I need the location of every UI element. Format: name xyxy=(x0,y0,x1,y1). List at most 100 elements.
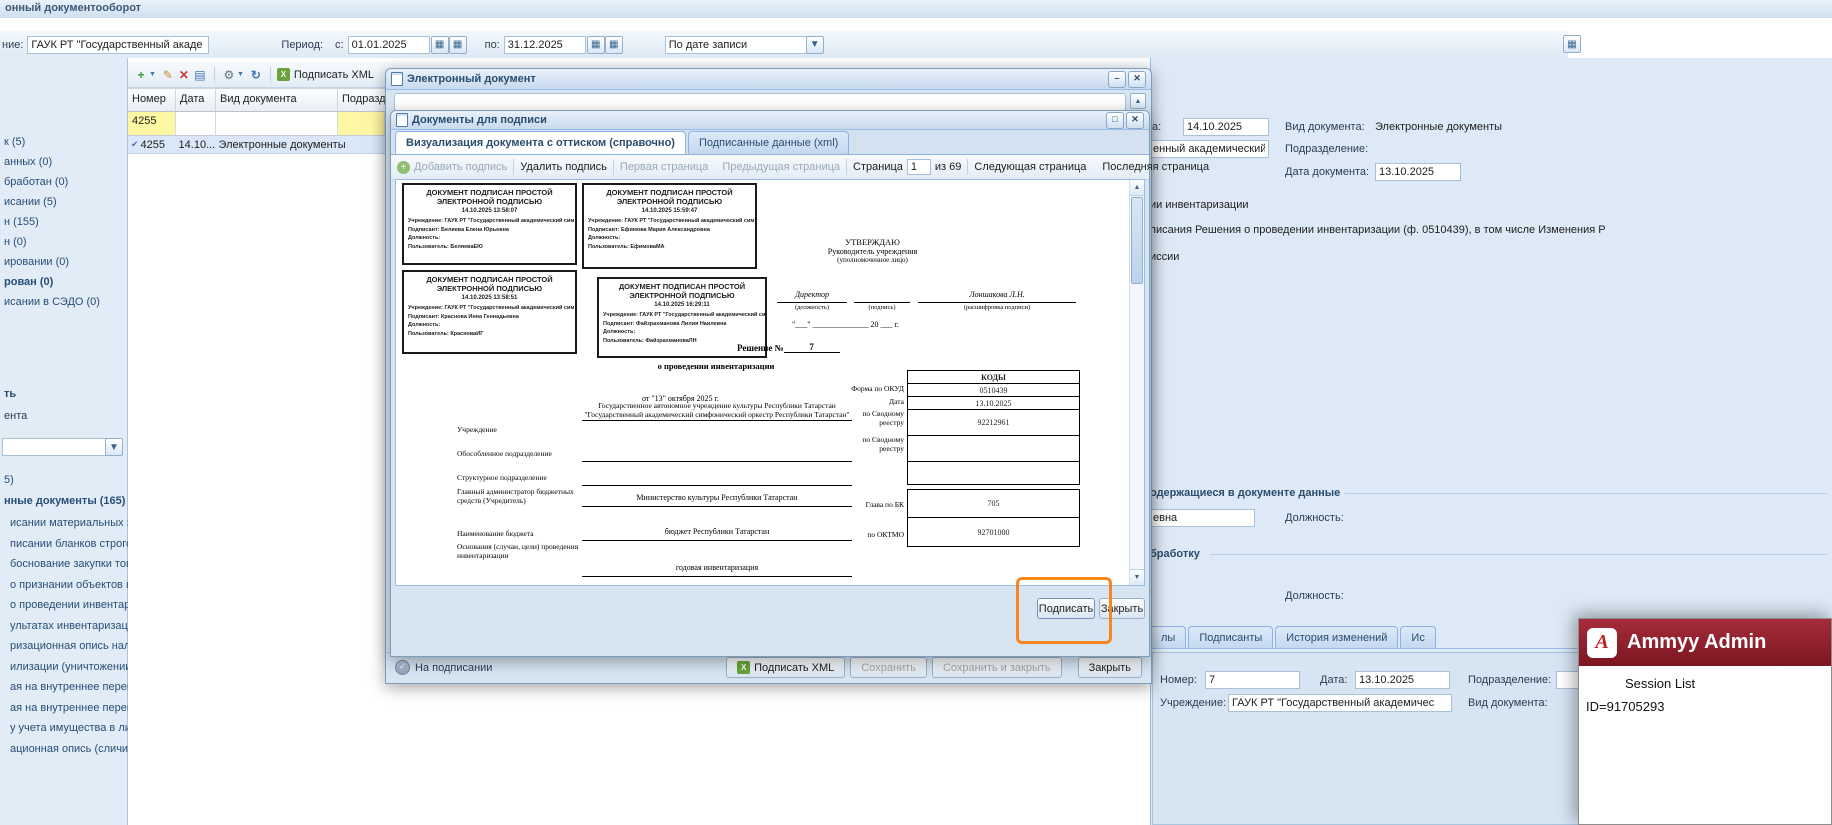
table-row[interactable]: ✔ 4255 14.10... Электронные документы xyxy=(128,136,385,154)
scroll-down-icon[interactable]: ▼ xyxy=(1130,569,1144,585)
institution-input[interactable] xyxy=(27,35,210,54)
calendar-icon[interactable]: ▦ xyxy=(430,35,449,54)
next-page-button[interactable]: Следующая страница xyxy=(974,161,1086,173)
filter-cell-number[interactable]: 4255 xyxy=(128,112,176,136)
period-to-input[interactable] xyxy=(503,35,586,54)
sidebar-item-status[interactable]: бработан (0) xyxy=(0,172,126,192)
sidebar-filter-value[interactable] xyxy=(2,438,106,456)
prev-page-button[interactable]: Предыдущая страница xyxy=(722,161,840,173)
period-from-input[interactable] xyxy=(347,35,430,54)
sidebar-item-status[interactable]: ировании (0) xyxy=(0,252,126,272)
first-page-button[interactable]: Первая страница xyxy=(620,161,708,173)
scrollbar-thumb[interactable] xyxy=(1131,197,1143,284)
sidebar-item-doctype[interactable]: ая на внутреннее перемещ... xyxy=(6,698,128,719)
filter-cell-department[interactable] xyxy=(338,112,385,136)
details-docdate-input[interactable] xyxy=(1375,163,1461,181)
calendar-period-icon[interactable]: ▦ xyxy=(448,35,467,54)
sidebar-item-doctype[interactable]: о признании объектов не... xyxy=(6,575,128,596)
save-button[interactable]: Сохранить xyxy=(850,657,927,678)
tab-signers[interactable]: Подписанты xyxy=(1188,625,1274,649)
last-page-button[interactable]: Последняя страница xyxy=(1102,161,1209,173)
signer-name: Лоншакова Л.Н. xyxy=(969,290,1025,299)
save-close-button[interactable]: Сохранить и закрыть xyxy=(931,657,1062,678)
details-name-input[interactable] xyxy=(1150,509,1255,527)
refresh-icon[interactable]: ↻ xyxy=(248,67,264,83)
sidebar-item-status[interactable]: к (5) xyxy=(0,132,126,152)
filter-cell-date[interactable] xyxy=(176,112,216,136)
delete-icon[interactable]: ✕ xyxy=(176,67,192,83)
tab-signed-xml[interactable]: Подписанные данные (xml) xyxy=(687,131,850,154)
sidebar-item-doctype[interactable]: ационная опись (сличи... xyxy=(6,739,128,760)
remove-signature-button[interactable]: Удалить подпись xyxy=(520,161,607,173)
sidebar-item-doctype[interactable]: о проведении инвентариз... xyxy=(6,595,128,616)
document-header-field[interactable] xyxy=(394,93,1126,111)
tab-history[interactable]: История изменений xyxy=(1275,625,1399,649)
page-label: Страница xyxy=(853,161,903,173)
sub-date-input[interactable] xyxy=(1355,671,1450,689)
copy-icon[interactable]: ▤ xyxy=(192,67,208,83)
details-date-input[interactable] xyxy=(1183,118,1269,136)
sidebar-filter-select[interactable]: ▼ xyxy=(2,438,123,456)
tab-visualization[interactable]: Визуализация документа с оттиском (справ… xyxy=(395,131,686,154)
grounds-value: годовая инвентаризация xyxy=(675,563,759,572)
column-header-date[interactable]: Дата xyxy=(176,88,216,112)
sidebar-item-doctype[interactable]: писании бланков строгой от... xyxy=(6,534,128,555)
dropdown-arrow-icon[interactable]: ▼ xyxy=(805,35,824,54)
close-icon[interactable]: ✕ xyxy=(1126,111,1144,129)
dropdown-arrow-icon[interactable]: ▼ xyxy=(149,71,156,78)
edit-icon[interactable]: ✎ xyxy=(160,67,176,83)
cell-type: Электронные документы xyxy=(218,138,346,151)
sign-xml-label: Подписать XML xyxy=(754,661,835,674)
sign-xml-button[interactable]: X Подписать XML xyxy=(726,657,846,678)
bk-value: 705 xyxy=(908,490,1079,518)
sidebar-item-doctype[interactable]: илизации (уничтожении) ... xyxy=(6,657,128,678)
sub-number-input[interactable] xyxy=(1205,671,1300,689)
document-window-titlebar[interactable]: Электронный документ – ✕ xyxy=(386,69,1151,90)
calendar-period-icon[interactable]: ▦ xyxy=(604,35,623,54)
settings-icon[interactable]: ⚙ xyxy=(221,67,237,83)
maximize-icon[interactable]: □ xyxy=(1106,111,1124,129)
filter-cell-type[interactable] xyxy=(216,112,338,136)
sidebar-item-doctype[interactable]: ультатах инвентаризации... xyxy=(6,616,128,637)
add-icon[interactable]: + xyxy=(133,67,149,83)
preview-scrollbar[interactable]: ▲ ▼ xyxy=(1129,180,1144,585)
sidebar-item-status[interactable]: н (0) xyxy=(0,232,126,252)
close-icon[interactable]: ✕ xyxy=(1128,70,1146,88)
sidebar-item-status[interactable]: исании (5) xyxy=(0,192,126,212)
close-button[interactable]: Закрыть xyxy=(1077,657,1142,678)
sort-order-value[interactable]: По дате записи xyxy=(664,35,807,54)
column-header-type[interactable]: Вид документа xyxy=(216,88,338,112)
sort-order-select[interactable]: По дате записи ▼ xyxy=(664,35,824,54)
stamp-signer: Подписант: Краснова Инна Геннадьевна xyxy=(408,313,519,320)
column-header-number[interactable]: Номер xyxy=(128,88,176,112)
sidebar-item-doctype[interactable]: ая на внутреннее перемещ... xyxy=(6,677,128,698)
sign-modal-titlebar[interactable]: Документы для подписи □ ✕ xyxy=(391,111,1149,130)
scroll-up-icon[interactable]: ▲ xyxy=(1130,93,1146,109)
sidebar-item-docs[interactable]: нные документы (165) xyxy=(0,491,130,511)
stamp-org: Учреждение: ГАУК РТ "Государственный ака… xyxy=(408,218,575,224)
calendar-icon[interactable]: ▦ xyxy=(586,35,605,54)
grid-sign-xml-button[interactable]: X Подписать XML xyxy=(276,68,374,81)
add-signature-button[interactable]: + Добавить подпись xyxy=(397,160,507,174)
toolbar-button-icon[interactable]: ▦ xyxy=(1563,35,1581,53)
tab-extra[interactable]: Ис xyxy=(1400,625,1436,649)
ammyy-titlebar[interactable]: A Ammyy Admin xyxy=(1579,619,1831,666)
details-institution-input[interactable] xyxy=(1150,140,1269,158)
minimize-icon[interactable]: – xyxy=(1108,70,1126,88)
sidebar-item-doctype[interactable]: ризационная опись налич... xyxy=(6,636,128,657)
sidebar-item-status[interactable]: анных (0) xyxy=(0,152,126,172)
sidebar-item-status[interactable]: н (155) xyxy=(0,212,126,232)
sidebar-item-status[interactable]: рован (0) xyxy=(0,272,126,292)
page-number-input[interactable] xyxy=(906,159,931,175)
sidebar-item-doctype[interactable]: боснование закупки товар... xyxy=(6,554,128,575)
scroll-up-icon[interactable]: ▲ xyxy=(1130,180,1144,196)
ammyy-session-list[interactable]: Session List xyxy=(1579,666,1831,691)
sidebar-item-doctype[interactable]: у учета имущества в лично... xyxy=(6,718,128,739)
sub-institution-input[interactable] xyxy=(1228,694,1452,712)
sidebar-item-doctype[interactable]: исании материальных запа... xyxy=(6,513,128,534)
dropdown-arrow-icon[interactable]: ▼ xyxy=(105,438,123,456)
sidebar-item-count[interactable]: 5) xyxy=(0,470,130,490)
dropdown-arrow-icon[interactable]: ▼ xyxy=(237,71,244,78)
sidebar-item-status[interactable]: исании в СЭДО (0) xyxy=(0,292,126,312)
tab-files[interactable]: лы xyxy=(1150,625,1187,649)
